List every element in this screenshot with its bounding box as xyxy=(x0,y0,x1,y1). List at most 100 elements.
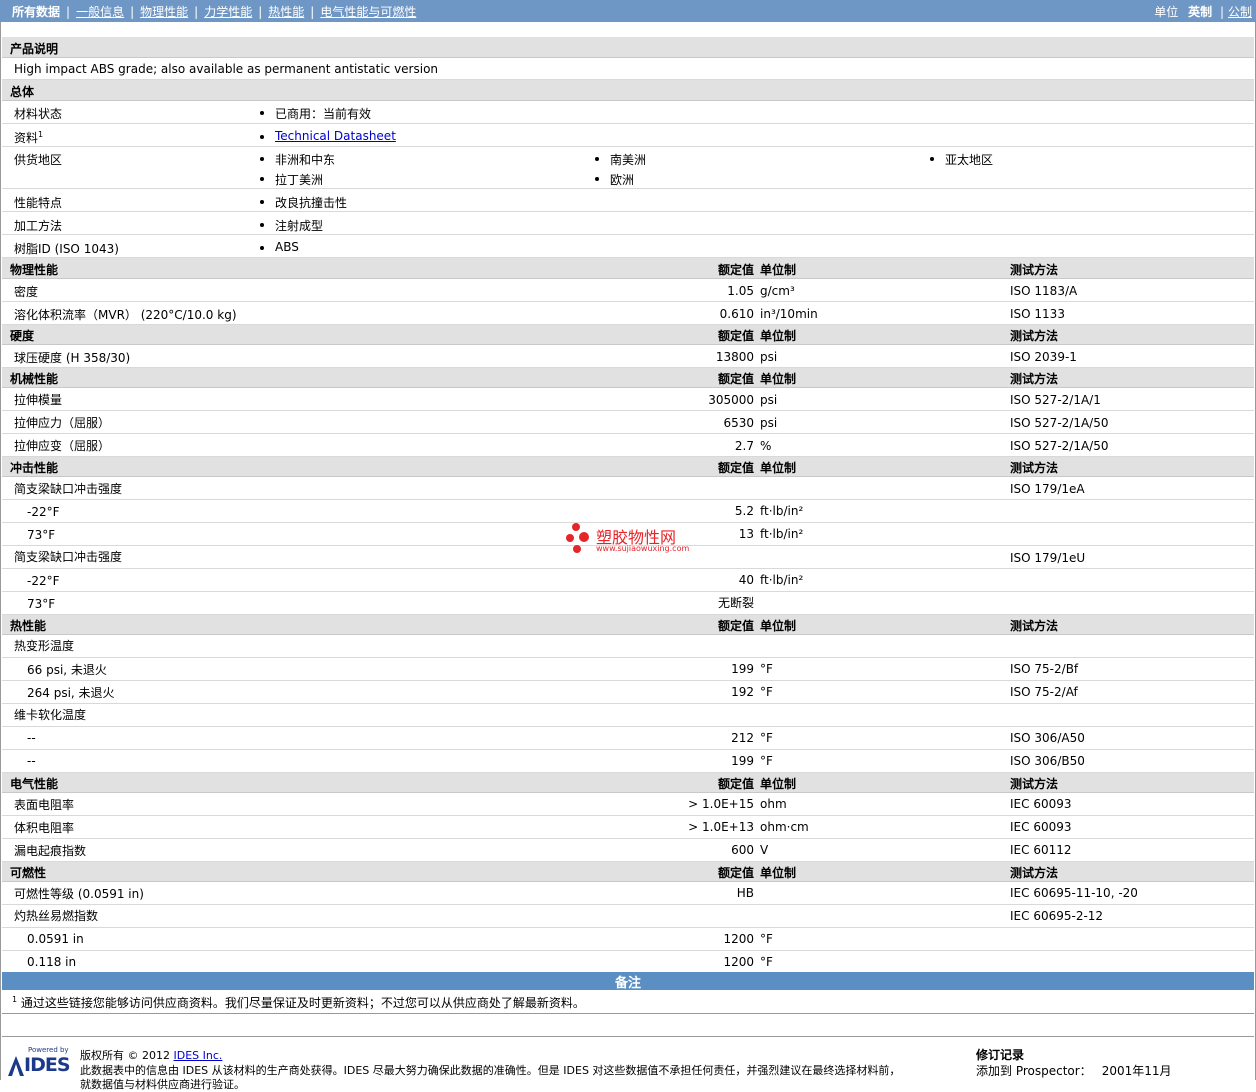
property-row: 拉伸模量 305000 psi ISO 527-2/1A/1 xyxy=(2,388,1254,411)
top-nav-bar: 所有数据 | 一般信息 | 物理性能 | 力学性能 | 热性能 | 电气性能与可燃性 单位 英制 |… xyxy=(0,0,1256,22)
section-nav: 所有数据 | 一般信息 | 物理性能 | 力学性能 | 热性能 | 电气性能与可燃性 xyxy=(12,3,416,20)
property-value: 40 xyxy=(738,573,754,587)
col-test: 测试方法 xyxy=(1010,619,1059,633)
property-value: 600 xyxy=(731,843,754,857)
nav-electrical-flammability[interactable]: 电气性能与可燃性 xyxy=(320,5,416,19)
section-title: 热性能 xyxy=(10,619,47,633)
property-unit: ft·lb/in² xyxy=(760,573,804,587)
bullet-icon xyxy=(260,200,264,204)
section-header-general: 总体 xyxy=(2,80,1254,101)
property-group-row: 灼热丝易燃指数 IEC 60695-2-12 xyxy=(2,905,1254,928)
test-method: IEC 60695-11-10, -20 xyxy=(1010,886,1138,900)
features-value: 改良抗撞击性 xyxy=(275,196,348,210)
technical-datasheet-link[interactable]: Technical Datasheet xyxy=(275,129,396,143)
property-value: 305000 xyxy=(708,393,754,407)
nav-all-data[interactable]: 所有数据 xyxy=(12,5,60,19)
property-unit: psi xyxy=(760,393,778,407)
property-value: 1200 xyxy=(723,955,754,969)
process-value: 注射成型 xyxy=(275,219,324,233)
section-header-impact: 冲击性能 额定值 单位制 测试方法 xyxy=(2,457,1254,477)
property-label: 灼热丝易燃指数 xyxy=(14,909,99,923)
condition-label: -22°F xyxy=(27,505,60,519)
property-row: 264 psi, 未退火 192 °F ISO 75-2/Af xyxy=(2,681,1254,704)
col-test: 测试方法 xyxy=(1010,263,1059,277)
condition-label: 73°F xyxy=(27,528,56,542)
bullet-icon xyxy=(260,246,264,250)
property-unit: g/cm³ xyxy=(760,284,795,298)
test-method: ISO 75-2/Bf xyxy=(1010,662,1079,676)
notes-row: 1 通过这些链接您能够访问供应商资料。我们尽量保证及时更新资料；不过您可以从供应… xyxy=(2,990,1254,1014)
section-header-product: 产品说明 xyxy=(2,37,1254,58)
resin-value: ABS xyxy=(275,240,299,254)
property-label: 简支梁缺口冲击强度 xyxy=(14,550,123,564)
condition-label: 264 psi, 未退火 xyxy=(27,686,115,700)
test-method: IEC 60695-2-12 xyxy=(1010,909,1104,923)
nav-separator: | xyxy=(66,5,71,19)
nav-mechanical[interactable]: 力学性能 xyxy=(204,5,252,19)
property-value: 0.610 xyxy=(719,307,754,321)
ides-inc-link[interactable]: IDES Inc. xyxy=(173,1049,222,1062)
section-title: 机械性能 xyxy=(10,372,59,386)
nav-general-info[interactable]: 一般信息 xyxy=(76,5,124,19)
disclaimer-text-2: 就数据值与材料供应商进行验证。 xyxy=(80,1078,245,1091)
property-unit: ft·lb/in² xyxy=(760,504,804,518)
property-label: 简支梁缺口冲击强度 xyxy=(14,482,123,496)
property-group-row: 简支梁缺口冲击强度 ISO 179/1eA xyxy=(2,477,1254,500)
property-row: 0.118 in 1200 °F xyxy=(2,951,1254,972)
product-description-row: High impact ABS grade; also available as… xyxy=(2,58,1254,80)
revision-entry: 添加到 Prospector： 2001年11月 xyxy=(976,1064,1172,1078)
section-title: 产品说明 xyxy=(10,42,59,56)
docs-row: 资料1 Technical Datasheet xyxy=(2,124,1254,147)
supply-label: 供货地区 xyxy=(14,153,63,167)
property-value: 5.2 xyxy=(734,504,754,518)
col-nominal: 额定值 xyxy=(717,461,754,475)
property-value: 192 xyxy=(731,685,754,699)
property-unit: % xyxy=(760,439,772,453)
condition-label: 0.118 in xyxy=(27,955,77,969)
condition-label: -- xyxy=(27,731,36,745)
section-header-thermal: 热性能 额定值 单位制 测试方法 xyxy=(2,615,1254,635)
unit-metric[interactable]: 公制 xyxy=(1228,5,1252,19)
section-title: 物理性能 xyxy=(10,263,59,277)
section-header-flammability: 可燃性 额定值 单位制 测试方法 xyxy=(2,862,1254,882)
property-unit: in³/10min xyxy=(760,307,818,321)
col-test: 测试方法 xyxy=(1010,461,1059,475)
property-row: 溶化体积流率（MVR） (220°C/10.0 kg) 0.610 in³/10… xyxy=(2,302,1254,325)
col-unit: 单位制 xyxy=(760,619,797,633)
nav-thermal[interactable]: 热性能 xyxy=(268,5,304,19)
footer-divider xyxy=(2,1036,1254,1037)
property-row: 球压硬度 (H 358/30) 13800 psi ISO 2039-1 xyxy=(2,345,1254,368)
col-nominal: 额定值 xyxy=(717,329,754,343)
col-test: 测试方法 xyxy=(1010,329,1059,343)
bullet-icon xyxy=(260,135,264,139)
property-value: 1200 xyxy=(723,932,754,946)
col-unit: 单位制 xyxy=(760,263,797,277)
nav-physical[interactable]: 物理性能 xyxy=(140,5,188,19)
property-unit: °F xyxy=(760,932,773,946)
col-nominal: 额定值 xyxy=(717,866,754,880)
process-label: 加工方法 xyxy=(14,219,63,233)
property-unit: °F xyxy=(760,731,773,745)
property-value: 无断裂 xyxy=(717,596,754,610)
unit-switch: 单位 英制 | 公制 xyxy=(1154,3,1252,20)
col-test: 测试方法 xyxy=(1010,866,1059,880)
supply-region: 亚太地区 xyxy=(945,153,994,167)
condition-label: 73°F xyxy=(27,597,56,611)
test-method: ISO 75-2/Af xyxy=(1010,685,1078,699)
property-label: 密度 xyxy=(14,285,39,299)
bullet-icon xyxy=(930,157,934,161)
resin-row: 树脂ID (ISO 1043) ABS xyxy=(2,235,1254,258)
status-row: 材料状态 已商用：当前有效 xyxy=(2,101,1254,124)
unit-english[interactable]: 英制 xyxy=(1188,5,1212,19)
copyright-line: 版权所有 © 2012 IDES Inc. xyxy=(80,1049,223,1062)
bullet-icon xyxy=(260,157,264,161)
test-method: ISO 179/1eU xyxy=(1010,551,1086,565)
features-label: 性能特点 xyxy=(14,196,63,210)
test-method: ISO 527-2/1A/1 xyxy=(1010,393,1101,407)
supply-region: 拉丁美洲 xyxy=(275,173,324,187)
nav-separator: | xyxy=(194,5,199,19)
col-nominal: 额定值 xyxy=(717,372,754,386)
section-header-mechanical: 机械性能 额定值 单位制 测试方法 xyxy=(2,368,1254,388)
property-label: 漏电起痕指数 xyxy=(14,844,87,858)
bullet-icon xyxy=(595,157,599,161)
